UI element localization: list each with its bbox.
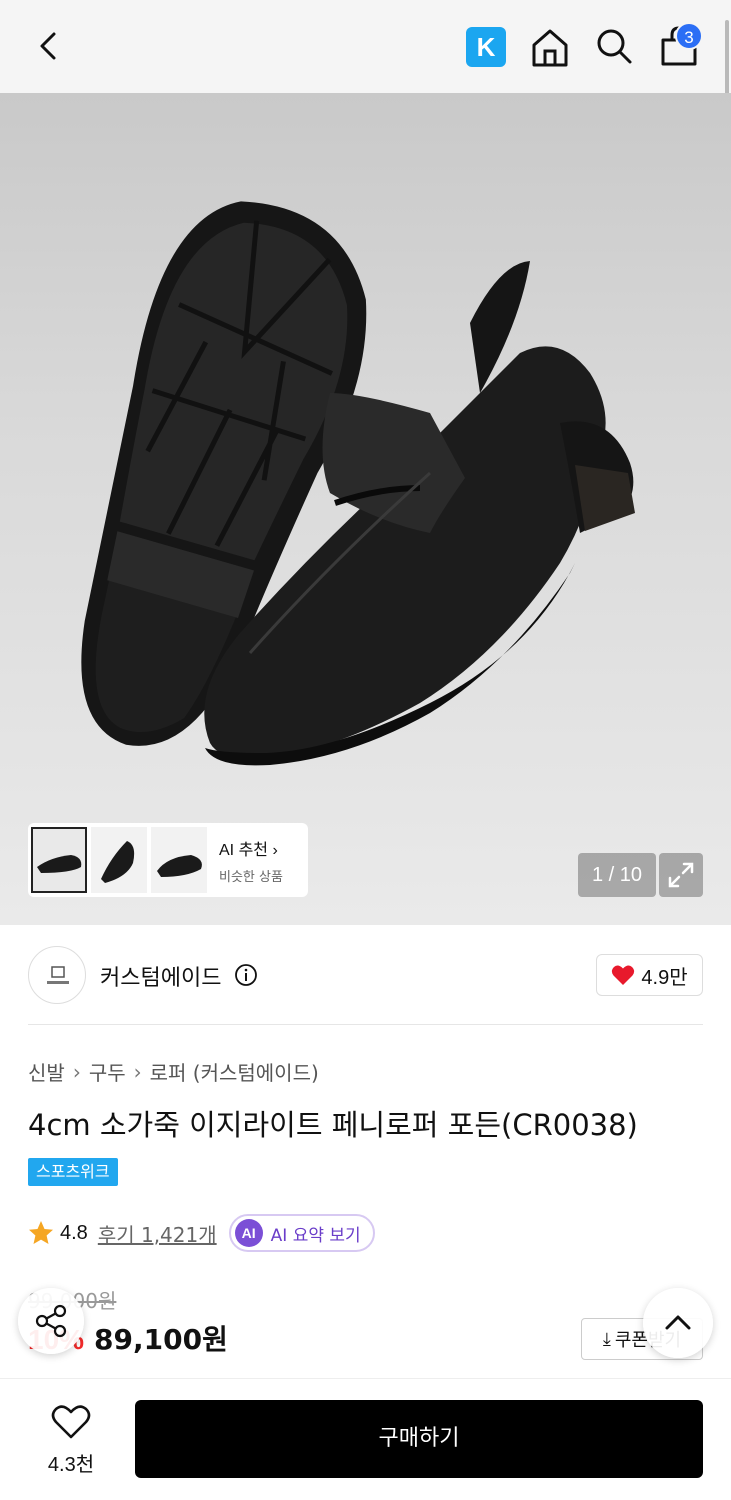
brand-logo[interactable] [28,946,86,1004]
breadcrumb-item-1[interactable]: 신발 [28,1057,65,1086]
breadcrumb-item-2[interactable]: 구두 [89,1057,126,1086]
thumbnail-strip: AI 추천 › 비슷한 상품 [28,823,308,897]
scrollbar[interactable] [725,20,729,102]
ai-recommend-title: AI 추천 [219,841,269,859]
info-icon[interactable] [234,963,258,987]
home-icon[interactable] [530,25,570,69]
product-image[interactable] [0,93,731,925]
event-tag: 스포츠위크 [28,1158,118,1186]
chevron-right-icon: › [272,841,278,859]
ai-recommend-link[interactable]: AI 추천 › 비슷한 상품 [219,836,283,885]
ai-summary-button[interactable]: AI AI 요약 보기 [228,1214,375,1252]
rating-value: 4.8 [60,1221,88,1244]
chevron-right-icon: › [72,1059,81,1084]
rating-row: 4.8 후기 1,421개 AI AI 요약 보기 [28,1213,375,1253]
divider [28,1024,703,1025]
brand-name[interactable]: 커스텀에이드 [100,960,221,992]
buy-button[interactable]: 구매하기 [135,1400,703,1478]
download-icon: ⤓ [602,1328,611,1350]
heart-outline-icon [51,1405,91,1439]
thumbnail-3[interactable] [151,827,207,893]
expand-icon[interactable] [659,853,703,897]
chevron-right-icon: › [133,1059,142,1084]
wishlist-button[interactable]: 4.3천 [28,1402,114,1478]
ai-recommend-subtitle: 비슷한 상품 [219,869,283,885]
product-title: 4cm 소가죽 이지라이트 페니로퍼 포든(CR0038) [28,1108,638,1142]
wishlist-count: 4.3천 [47,1454,95,1476]
back-icon[interactable] [32,26,68,66]
sale-price: 89,100원 [94,1323,228,1356]
thumbnail-2[interactable] [91,827,147,893]
share-icon[interactable] [18,1288,84,1354]
thumbnail-1[interactable] [31,827,87,893]
breadcrumb-item-3[interactable]: 로퍼 (커스텀에이드) [150,1057,319,1086]
cart-count-badge: 3 [675,22,703,50]
scroll-to-top-button[interactable] [643,1288,713,1358]
reviews-link[interactable]: 후기 1,421개 [98,1219,217,1248]
brand-row: 커스텀에이드 4.9만 [28,946,703,1004]
breadcrumb: 신발 › 구두 › 로퍼 (커스텀에이드) [28,1057,319,1086]
star-icon [29,1221,53,1244]
search-icon[interactable] [594,25,634,67]
brand-like-button[interactable]: 4.9만 [596,954,703,996]
chevron-up-icon [665,1315,691,1330]
image-counter: 1 / 10 [578,853,656,897]
ai-summary-label: AI 요약 보기 [270,1225,361,1246]
brand-like-count: 4.9만 [641,966,688,989]
ai-badge-icon: AI [234,1219,263,1247]
k-store-button[interactable]: K [466,27,506,67]
heart-filled-icon [612,965,635,985]
